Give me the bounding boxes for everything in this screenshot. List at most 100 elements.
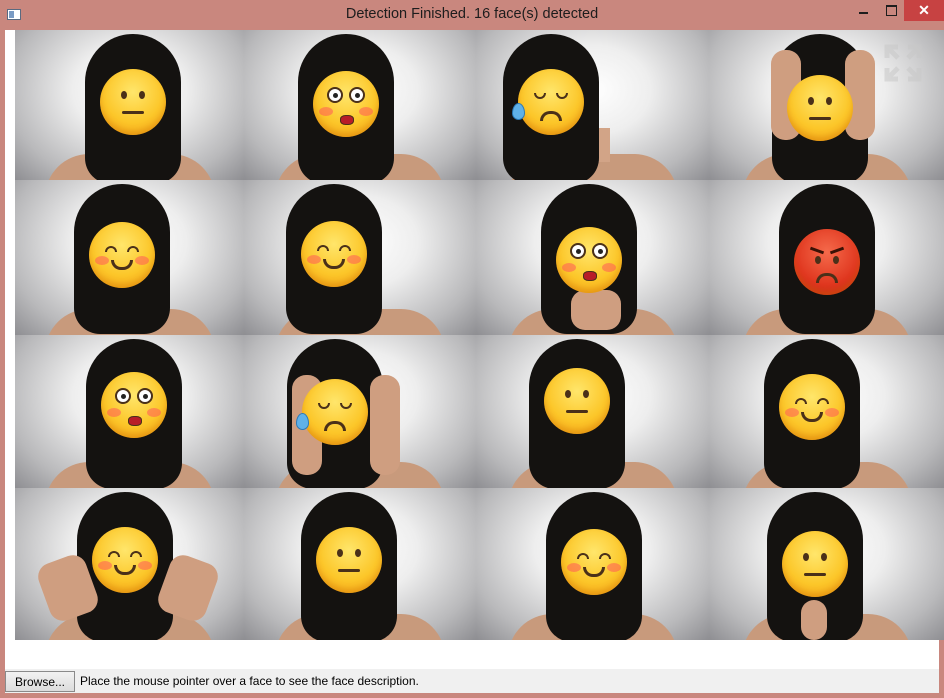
left-eye (337, 549, 343, 557)
browse-button[interactable]: Browse... (5, 671, 75, 692)
emoji-smiling-icon (561, 529, 627, 595)
left-blush (785, 408, 799, 417)
mouth (111, 260, 133, 270)
face-photo-tile[interactable] (15, 180, 244, 335)
left-brow (809, 246, 825, 255)
right-blush (138, 561, 152, 570)
emoji-flushed-icon (313, 71, 379, 137)
right-eye (592, 243, 608, 259)
emoji-neutral-icon (782, 531, 848, 597)
right-eye (339, 245, 351, 251)
left-eye (577, 553, 589, 559)
right-eye (583, 390, 589, 398)
right-eye (821, 553, 827, 561)
maximize-button[interactable] (878, 0, 904, 20)
left-eye (570, 243, 586, 259)
face-photo-tile[interactable] (476, 488, 709, 640)
left-eye (317, 245, 329, 251)
mouth (801, 412, 823, 422)
window-title: Detection Finished. 16 face(s) detected (345, 6, 599, 22)
left-eye (115, 388, 131, 404)
left-eye (121, 91, 127, 99)
face-photo-tile[interactable] (709, 30, 944, 180)
minimize-button[interactable] (848, 0, 878, 20)
mouth (583, 567, 605, 577)
mouth (114, 565, 136, 575)
emoji-smiling-icon (92, 527, 158, 593)
face-photo-tile[interactable] (476, 335, 709, 488)
right-blush (135, 256, 149, 265)
face-photo-tile[interactable] (15, 335, 244, 488)
right-blush (825, 408, 839, 417)
left-eye (803, 553, 809, 561)
right-blush (147, 408, 161, 417)
mouth (338, 569, 360, 572)
mouth (324, 421, 346, 431)
right-eye (139, 91, 145, 99)
left-blush (562, 263, 576, 272)
chin-hand (801, 600, 827, 640)
face-photo-tile[interactable] (709, 488, 944, 640)
mouth (583, 271, 597, 281)
right-brow (829, 246, 845, 255)
face-photo-tile[interactable] (476, 180, 709, 335)
face-photo-tile[interactable] (476, 30, 709, 180)
right-blush (359, 107, 373, 116)
face-photo-tile[interactable] (244, 180, 476, 335)
emoji-neutral-icon (100, 69, 166, 135)
mouth (540, 111, 562, 121)
emoji-smiling-icon (89, 222, 155, 288)
emoji-smiling-icon (779, 374, 845, 440)
mouth (340, 115, 354, 125)
right-eye (127, 246, 139, 252)
face-photo-tile[interactable] (709, 180, 944, 335)
emoji-flushed-icon (556, 227, 622, 293)
emoji-sad-tear-icon (296, 379, 368, 445)
status-message: Place the mouse pointer over a face to s… (80, 674, 419, 688)
left-blush (319, 107, 333, 116)
right-eye (556, 93, 568, 99)
mouth (128, 416, 142, 426)
mouth (122, 111, 144, 114)
right-blush (602, 263, 616, 272)
face-photo-tile[interactable] (15, 488, 244, 640)
left-eye (808, 97, 814, 105)
emoji-angry-icon (794, 229, 860, 295)
face-photo-tile[interactable] (15, 30, 244, 180)
right-eye (340, 403, 352, 409)
right-hand (370, 375, 400, 475)
right-blush (607, 563, 621, 572)
minimize-icon (858, 12, 868, 14)
left-blush (107, 408, 121, 417)
face-photo-tile[interactable] (244, 30, 476, 180)
tear-drop (296, 413, 309, 430)
expand-icon[interactable] (884, 44, 922, 82)
title-bar: Detection Finished. 16 face(s) detected … (0, 0, 944, 30)
face-photo-tile[interactable] (709, 335, 944, 488)
face-photo-collage[interactable] (15, 30, 944, 640)
left-blush (567, 563, 581, 572)
emoji-neutral-icon (544, 368, 610, 434)
close-button[interactable]: ✕ (904, 0, 944, 21)
mouth (816, 273, 838, 283)
mouth (804, 573, 826, 576)
emoji-sad-tear-icon (512, 69, 584, 135)
maximize-icon (885, 4, 897, 16)
right-eye (130, 551, 142, 557)
left-eye (108, 551, 120, 557)
left-eye (318, 403, 330, 409)
face-photo-tile[interactable] (244, 488, 476, 640)
emoji-neutral-icon (316, 527, 382, 593)
right-eye (826, 97, 832, 105)
chin-hand (571, 290, 621, 330)
right-eye (355, 549, 361, 557)
left-eye (105, 246, 117, 252)
right-eye (599, 553, 611, 559)
tear-drop (512, 103, 525, 120)
right-eye (349, 87, 365, 103)
mouth (323, 259, 345, 269)
left-blush (98, 561, 112, 570)
left-eye (795, 398, 807, 404)
face-photo-tile[interactable] (244, 335, 476, 488)
emoji-flushed-icon (101, 372, 167, 438)
